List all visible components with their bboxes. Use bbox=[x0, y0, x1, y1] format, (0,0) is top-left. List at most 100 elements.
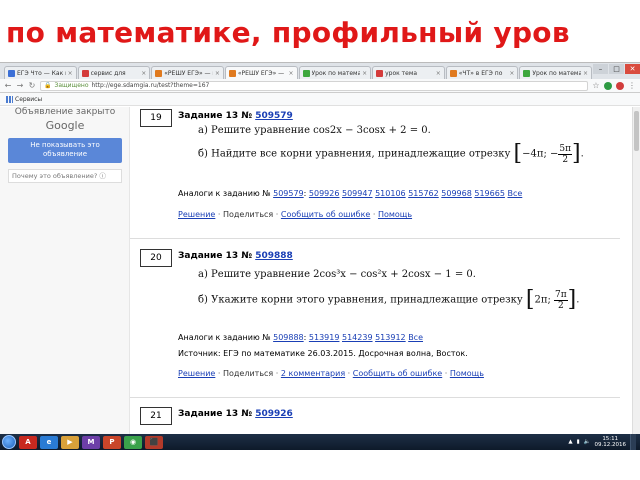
analog-link[interactable]: 514239 bbox=[342, 333, 373, 342]
clock-date: 09.12.2016 bbox=[594, 442, 627, 448]
analog-link[interactable]: 509947 bbox=[342, 189, 373, 198]
maximize-button[interactable]: □ bbox=[609, 64, 624, 74]
analog-link[interactable]: 509579 bbox=[273, 189, 304, 198]
pdf-taskbar-icon[interactable]: ⬛ bbox=[145, 435, 163, 449]
browser-tab[interactable]: ЕГЭ Что — Как по ма× bbox=[4, 66, 77, 79]
apps-bookmark[interactable]: Сервисы bbox=[6, 95, 42, 103]
close-tab-icon[interactable]: × bbox=[68, 70, 73, 77]
divider bbox=[130, 238, 620, 239]
extension-icon[interactable] bbox=[604, 81, 612, 90]
analog-link[interactable]: 513919 bbox=[309, 333, 340, 342]
favicon-icon bbox=[376, 69, 384, 77]
clock[interactable]: 15:11 09.12.2016 bbox=[595, 436, 627, 448]
favicon-icon bbox=[449, 69, 457, 77]
close-tab-icon[interactable]: × bbox=[583, 70, 588, 77]
volume-icon[interactable]: 🔈 bbox=[584, 439, 591, 445]
show-desktop-button[interactable] bbox=[630, 434, 636, 450]
tab-label: ЕГЭ Что — Как по ма bbox=[17, 69, 66, 77]
vs-taskbar-icon[interactable]: M bbox=[82, 435, 100, 449]
problem-id-link[interactable]: 509926 bbox=[255, 409, 293, 419]
analog-link[interactable]: 519665 bbox=[474, 189, 505, 198]
problem-header-prefix: Задание 13 № bbox=[178, 409, 253, 419]
star-icon[interactable]: ☆ bbox=[592, 81, 600, 90]
browser-tab[interactable]: Урок по математике× bbox=[298, 66, 372, 79]
reload-icon[interactable]: ↻ bbox=[28, 81, 36, 90]
acrobat-taskbar-icon[interactable]: A bbox=[19, 435, 37, 449]
problem-card: 20 Задание 13 № 509888 а) Решите уравнен… bbox=[140, 249, 620, 389]
tab-label: урок тема bbox=[385, 69, 418, 77]
analog-link[interactable]: Все bbox=[408, 333, 423, 342]
problem-id-link[interactable]: 509888 bbox=[255, 251, 293, 261]
hide-ad-button[interactable]: Не показывать это объявление bbox=[8, 138, 122, 163]
segment-bracket-left: [ bbox=[513, 141, 523, 166]
address-bar: ← → ↻ 🔒 Защищено http://ege.sdamgia.ru/t… bbox=[0, 79, 640, 93]
chrome-taskbar-icon[interactable]: ◉ bbox=[124, 435, 142, 449]
analog-link[interactable]: 509968 bbox=[441, 189, 472, 198]
problem-links: Решение · Поделиться · Сообщить об ошибк… bbox=[178, 210, 413, 219]
back-icon[interactable]: ← bbox=[4, 81, 12, 90]
problem-action-link[interactable]: Сообщить об ошибке bbox=[353, 369, 442, 378]
analog-link[interactable]: 510106 bbox=[375, 189, 406, 198]
problem-action-link[interactable]: Решение bbox=[178, 369, 215, 378]
analog-link[interactable]: 513912 bbox=[375, 333, 406, 342]
close-window-button[interactable]: ✕ bbox=[625, 64, 640, 74]
tray-arrow-icon[interactable]: ▲ bbox=[568, 439, 572, 445]
favicon-icon bbox=[8, 69, 15, 77]
close-tab-icon[interactable]: × bbox=[141, 70, 146, 77]
ad-sidebar: Объявление закрыто Google Не показывать … bbox=[0, 107, 130, 434]
slide-blank-area bbox=[0, 450, 640, 480]
ie-taskbar-icon[interactable]: e bbox=[40, 435, 58, 449]
tab-label: «РЕШУ ЕГЭ» — ма bbox=[164, 69, 213, 77]
problem-number: 21 bbox=[140, 407, 172, 425]
close-tab-icon[interactable]: × bbox=[436, 70, 441, 77]
problem-card: 21 Задание 13 № 509926 bbox=[140, 407, 620, 434]
browser-tab[interactable]: Урок по математике× bbox=[519, 66, 592, 79]
page-content: Объявление закрыто Google Не показывать … bbox=[0, 107, 640, 434]
browser-tab[interactable]: «РЕШУ ЕГЭ» — м × bbox=[224, 66, 298, 79]
url-text: http://ege.sdamgia.ru/test?theme=167 bbox=[91, 82, 210, 89]
problem-action-link[interactable]: Поделиться bbox=[223, 369, 273, 378]
screenshot: по математике, профильный уров ЕГЭ Что —… bbox=[0, 0, 640, 480]
network-icon[interactable]: ▮ bbox=[577, 439, 580, 445]
menu-icon[interactable]: ⋮ bbox=[628, 81, 636, 90]
url-field[interactable]: 🔒 Защищено http://ege.sdamgia.ru/test?th… bbox=[40, 80, 588, 91]
media-taskbar-icon[interactable]: ▶ bbox=[61, 435, 79, 449]
analog-link[interactable]: 509926 bbox=[309, 189, 340, 198]
browser-tab[interactable]: «ЧТ» в ЕГЭ по × bbox=[445, 66, 519, 79]
scrollbar[interactable] bbox=[632, 107, 640, 434]
problem-action-link[interactable]: Помощь bbox=[450, 369, 484, 378]
analog-link[interactable]: Все bbox=[507, 189, 522, 198]
scroll-thumb[interactable] bbox=[634, 111, 639, 151]
problem-action-link[interactable]: Решение bbox=[178, 210, 215, 219]
browser-tab[interactable]: урок тема × bbox=[372, 66, 445, 79]
tab-label: Урок по математике bbox=[532, 69, 581, 77]
analogs-row: Аналоги к заданию № 509888: 513919 51423… bbox=[178, 333, 423, 342]
segment-fraction: 5π 2 bbox=[558, 143, 573, 165]
start-button[interactable] bbox=[2, 435, 16, 449]
close-tab-icon[interactable]: × bbox=[362, 70, 367, 77]
analog-link[interactable]: 515762 bbox=[408, 189, 439, 198]
analogs-label: Аналоги к заданию № bbox=[178, 333, 271, 342]
slide-banner: по математике, профильный уров bbox=[0, 0, 640, 60]
problem-header: Задание 13 № 509888 bbox=[178, 251, 293, 261]
tab-label: Урок по математике bbox=[311, 69, 361, 77]
browser-tab[interactable]: сервис для × bbox=[77, 66, 151, 79]
browser-tab[interactable]: «РЕШУ ЕГЭ» — ма× bbox=[151, 66, 224, 79]
extension-icon[interactable] bbox=[616, 81, 624, 90]
task-part-b-text: б) Найдите все корни уравнения, принадле… bbox=[198, 148, 511, 160]
close-tab-icon[interactable]: × bbox=[288, 70, 293, 77]
why-ad-link[interactable]: Почему это объявление? ⓘ bbox=[8, 169, 122, 183]
powerpoint-taskbar-icon[interactable]: P bbox=[103, 435, 121, 449]
problem-action-link[interactable]: Сообщить об ошибке bbox=[281, 210, 370, 219]
minimize-button[interactable]: – bbox=[593, 64, 608, 74]
browser-window: ЕГЭ Что — Как по ма×сервис для×«РЕШУ ЕГЭ… bbox=[0, 62, 640, 434]
forward-icon[interactable]: → bbox=[16, 81, 24, 90]
analog-link[interactable]: 509888 bbox=[273, 333, 304, 342]
problem-action-link[interactable]: Поделиться bbox=[223, 210, 273, 219]
problem-id-link[interactable]: 509579 bbox=[255, 111, 293, 121]
problem-action-link[interactable]: Помощь bbox=[378, 210, 412, 219]
close-tab-icon[interactable]: × bbox=[215, 70, 220, 77]
close-tab-icon[interactable]: × bbox=[509, 70, 514, 77]
problem-header-prefix: Задание 13 № bbox=[178, 111, 253, 121]
problem-action-link[interactable]: 2 комментария bbox=[281, 369, 345, 378]
